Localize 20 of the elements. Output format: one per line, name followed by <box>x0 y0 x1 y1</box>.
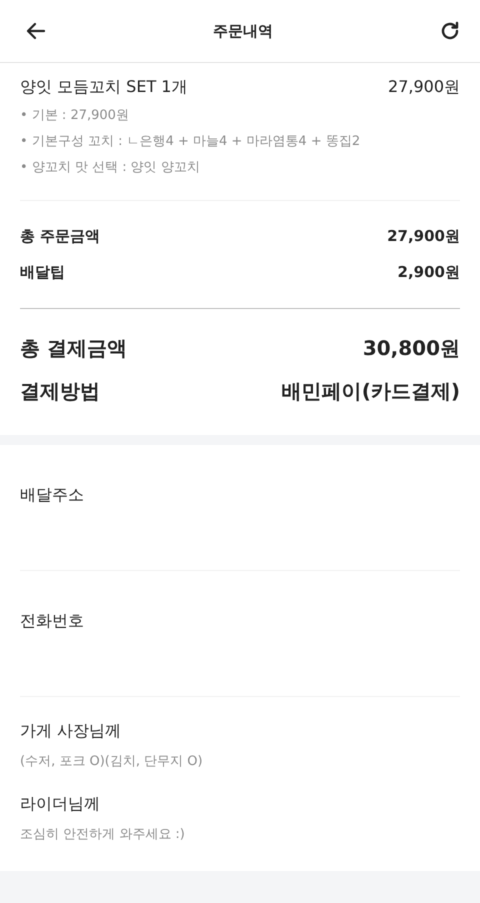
summary-label: 총 주문금액 <box>20 227 100 246</box>
payment-label: 결제방법 <box>20 378 100 405</box>
payment-value: 배민페이(카드결제) <box>282 378 460 405</box>
info-label: 배달주소 <box>20 485 85 506</box>
option-detail: • 양꼬치 맛 선택 : 양잇 양꼬치 <box>20 159 201 176</box>
page-title: 주문내역 <box>213 22 273 40</box>
menu-item-name: 양잇 모듬꼬치 SET 1개 <box>20 77 188 98</box>
payment-value: 30,800원 <box>362 335 460 362</box>
request-label: 가게 사장님께 <box>20 721 122 742</box>
request-note: (수저, 포크 O)(김치, 단무지 O) <box>20 753 204 770</box>
summary-amount: 2,900원 <box>398 263 460 282</box>
summary-amount: 27,900원 <box>387 227 460 246</box>
payment-label: 총 결제금액 <box>20 335 127 362</box>
option-detail: • 기본구성 꼬치 : ㄴ은행4 + 마늘4 + 마라염통4 + 똥집2 <box>20 133 362 150</box>
request-label: 라이더님께 <box>20 794 101 815</box>
summary-label: 배달팁 <box>20 263 65 282</box>
info-label: 전화번호 <box>20 611 85 632</box>
menu-item-price: 27,900원 <box>388 77 460 98</box>
option-detail: • 기본 : 27,900원 <box>20 107 130 124</box>
request-note: 조심히 안전하게 와주세요 :) <box>20 826 186 843</box>
